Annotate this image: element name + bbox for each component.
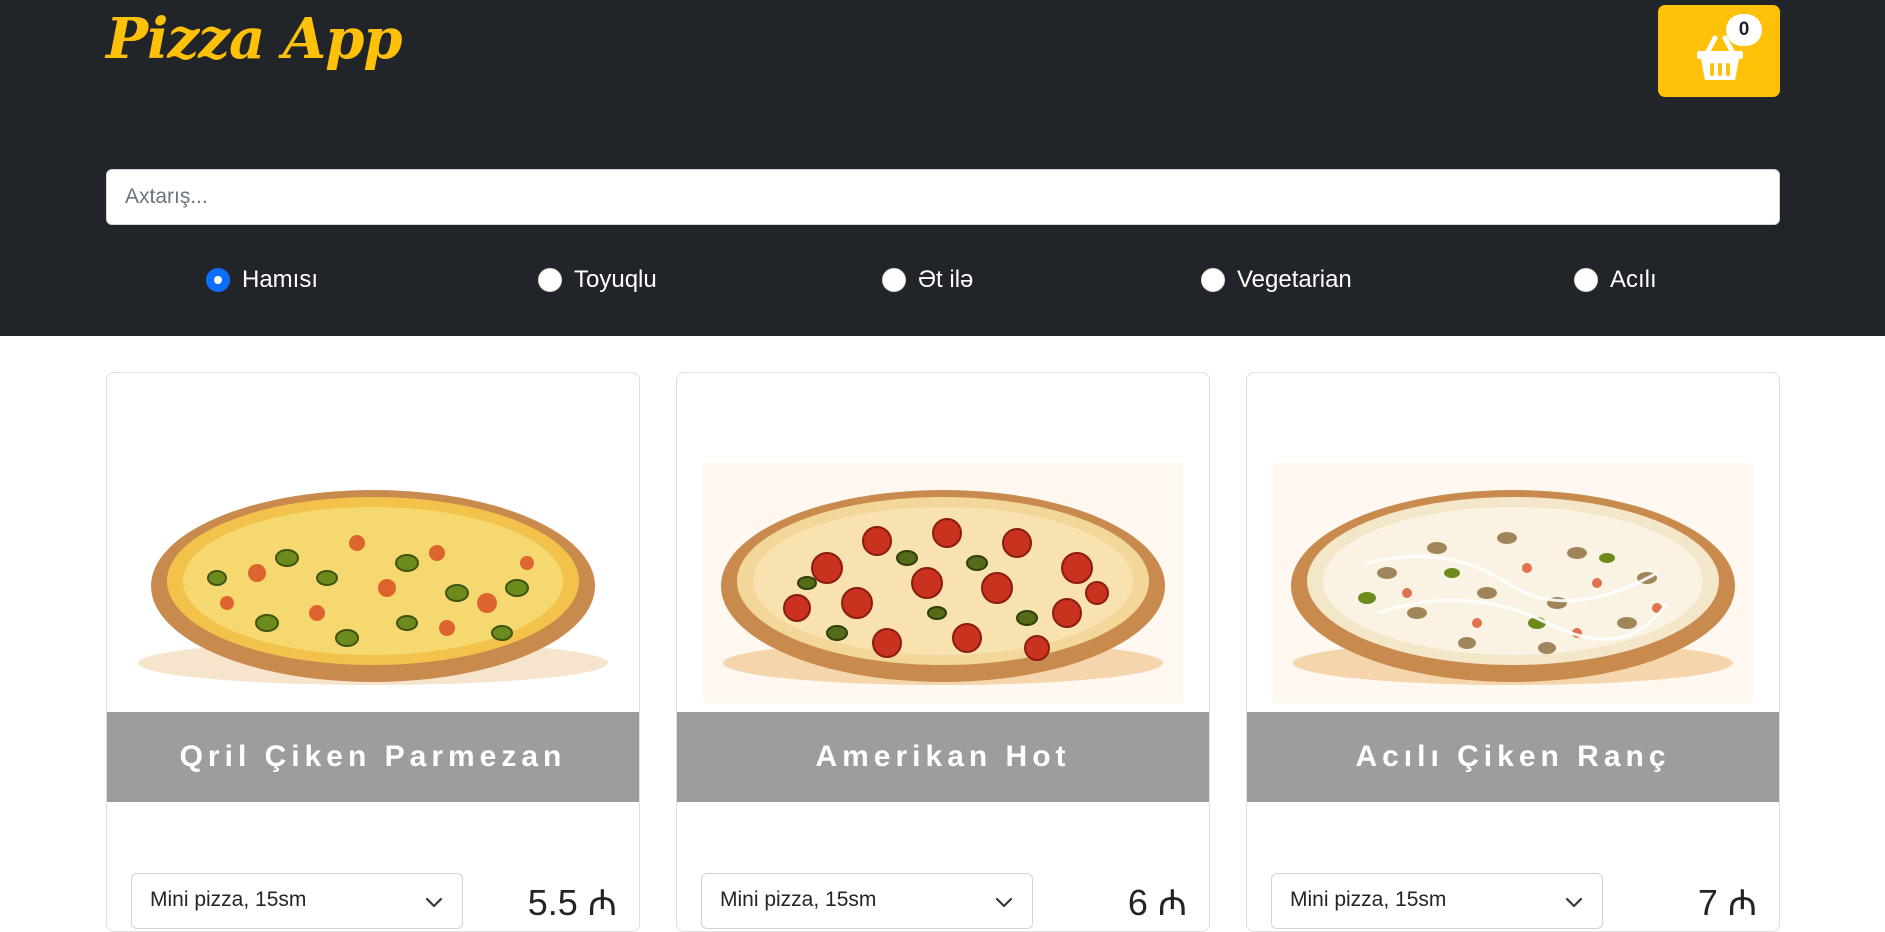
title-overlay: Acılı Çiken Ranç [1247, 712, 1779, 802]
title-overlay: Qril Çiken Parmezan [107, 712, 639, 802]
radio-button[interactable] [1201, 268, 1225, 292]
product-price: 6 ₼ [1127, 882, 1187, 923]
search-input[interactable] [106, 169, 1780, 225]
product-price: 5.5 ₼ [527, 882, 617, 923]
product-name: Amerikan Hot [815, 740, 1071, 773]
product-card[interactable]: Acılı Çiken Ranç Mini pizza, 15sm 7 ₼ [1246, 372, 1780, 932]
filter-label: Hamısı [242, 266, 319, 293]
product-price: 7 ₼ [1697, 882, 1757, 923]
filter-label: Acılı [1610, 266, 1657, 293]
size-selected-value: Mini pizza, 15sm [1290, 888, 1447, 911]
product-card[interactable]: Qril Çiken Parmezan Mini pizza, 15sm 5.5… [106, 372, 640, 932]
pizza-ranch-icon [1273, 463, 1753, 703]
product-card[interactable]: Amerikan Hot Mini pizza, 15sm 6 ₼ [676, 372, 1210, 932]
pizza-pepperoni-icon [703, 463, 1183, 703]
radio-button[interactable] [206, 268, 230, 292]
filter-label: Toyuqlu [574, 266, 657, 293]
radio-button[interactable] [1574, 268, 1598, 292]
filter-label: Ət ilə [918, 266, 974, 293]
size-select[interactable]: Mini pizza, 15sm [701, 873, 1033, 929]
chevron-down-icon [425, 897, 443, 908]
filter-option-vegetarian[interactable]: Vegetarian [1201, 264, 1352, 296]
chevron-down-icon [1565, 897, 1583, 908]
filter-label: Vegetarian [1237, 266, 1352, 293]
app-logo[interactable]: Pizza App [106, 6, 403, 72]
cart-count-badge: 0 [1726, 14, 1762, 46]
cart-button[interactable]: 0 [1658, 5, 1780, 97]
product-name: Qril Çiken Parmezan [179, 740, 567, 773]
top-header: Pizza App 0 Hamısı Toyuqlu Ət ilə Vegeta… [0, 0, 1885, 336]
title-overlay: Amerikan Hot [677, 712, 1209, 802]
size-select[interactable]: Mini pizza, 15sm [1271, 873, 1603, 929]
size-selected-value: Mini pizza, 15sm [720, 888, 877, 911]
filter-option-chicken[interactable]: Toyuqlu [538, 264, 657, 296]
product-name: Acılı Çiken Ranç [1355, 740, 1671, 773]
filter-option-spicy[interactable]: Acılı [1574, 264, 1657, 296]
chevron-down-icon [995, 897, 1013, 908]
radio-button[interactable] [538, 268, 562, 292]
size-select[interactable]: Mini pizza, 15sm [131, 873, 463, 929]
filter-option-all[interactable]: Hamısı [206, 264, 318, 296]
filter-option-meat[interactable]: Ət ilə [882, 264, 973, 296]
pizza-jalapeno-icon [138, 490, 608, 685]
size-selected-value: Mini pizza, 15sm [150, 888, 307, 911]
radio-button[interactable] [882, 268, 906, 292]
